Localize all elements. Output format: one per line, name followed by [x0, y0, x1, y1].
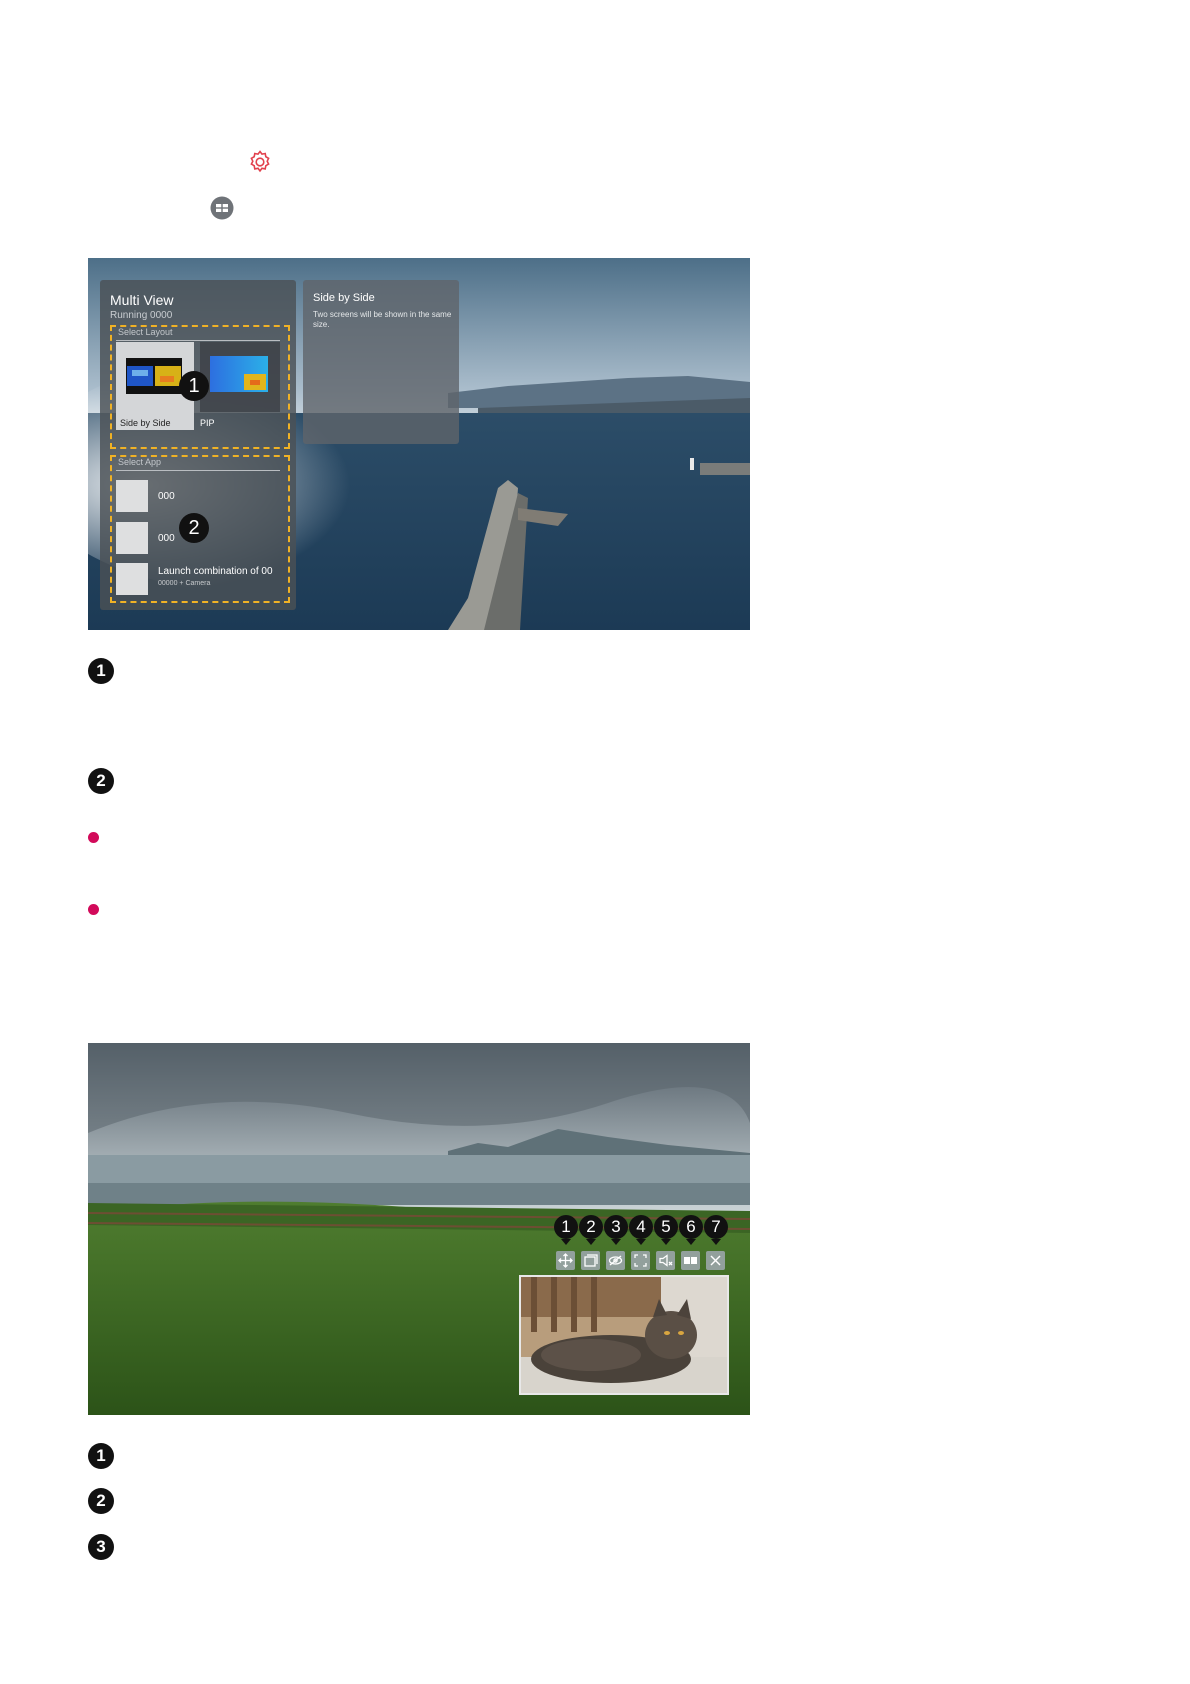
callout-pin: 2: [579, 1215, 603, 1245]
legend-number: 1: [88, 1443, 114, 1469]
app-tile[interactable]: [116, 563, 148, 595]
legend-number: 2: [88, 1488, 114, 1514]
app-subtitle: 00000 + Camera: [158, 580, 211, 587]
layout-label: PIP: [200, 418, 215, 428]
app-name: 000: [158, 491, 175, 502]
app-name: Launch combination of 00: [158, 566, 273, 577]
panel-title: Multi View: [110, 292, 174, 308]
layout-option-pip[interactable]: [200, 342, 280, 412]
pip-thumbnail-icon: [210, 356, 268, 392]
callout-badge: 2: [179, 513, 209, 543]
callout-pin: 7: [704, 1215, 728, 1245]
close-icon[interactable]: [706, 1251, 725, 1270]
layout-description-panel: Side by Side Two screens will be shown i…: [303, 280, 459, 444]
legend-number: 3: [88, 1534, 114, 1560]
divider: [116, 340, 280, 341]
pip-screenshot: 1 2 3 4 5 6 7: [88, 1043, 750, 1415]
gear-icon: [250, 150, 270, 173]
bullet-dot: [88, 904, 99, 915]
callout-pin: 5: [654, 1215, 678, 1245]
callout-badge: 1: [179, 371, 209, 401]
multi-view-screenshot: Multi View Running 0000 Select Layout Si…: [88, 258, 750, 630]
bullet-dot: [88, 832, 99, 843]
side-by-side-thumbnail-icon: [126, 358, 182, 394]
app-tile[interactable]: [116, 522, 148, 554]
callout-pin: 3: [604, 1215, 628, 1245]
description-text: Two screens will be shown in the same si…: [313, 310, 452, 329]
multi-view-panel: Multi View Running 0000 Select Layout Si…: [100, 280, 296, 610]
app-tile[interactable]: [116, 480, 148, 512]
pip-window[interactable]: [519, 1275, 729, 1395]
callout-pin: 1: [554, 1215, 578, 1245]
select-app-label: Select App: [118, 457, 162, 467]
multi-view-icon: [210, 196, 234, 220]
legend-number: 1: [88, 658, 114, 684]
layout-icon[interactable]: [681, 1251, 700, 1270]
panel-running-text: Running 0000: [110, 310, 173, 321]
fullscreen-icon[interactable]: [631, 1251, 650, 1270]
hide-icon[interactable]: [606, 1251, 625, 1270]
legend-number: 2: [88, 768, 114, 794]
callout-pin: 6: [679, 1215, 703, 1245]
description-title: Side by Side: [313, 292, 375, 304]
sound-icon[interactable]: [656, 1251, 675, 1270]
layout-label: Side by Side: [120, 418, 171, 428]
app-name: 000: [158, 533, 175, 544]
swap-icon[interactable]: [581, 1251, 600, 1270]
divider: [116, 470, 280, 471]
callout-pin: 4: [629, 1215, 653, 1245]
cat-image: [521, 1277, 727, 1393]
move-icon[interactable]: [556, 1251, 575, 1270]
select-layout-label: Select Layout: [118, 327, 173, 337]
